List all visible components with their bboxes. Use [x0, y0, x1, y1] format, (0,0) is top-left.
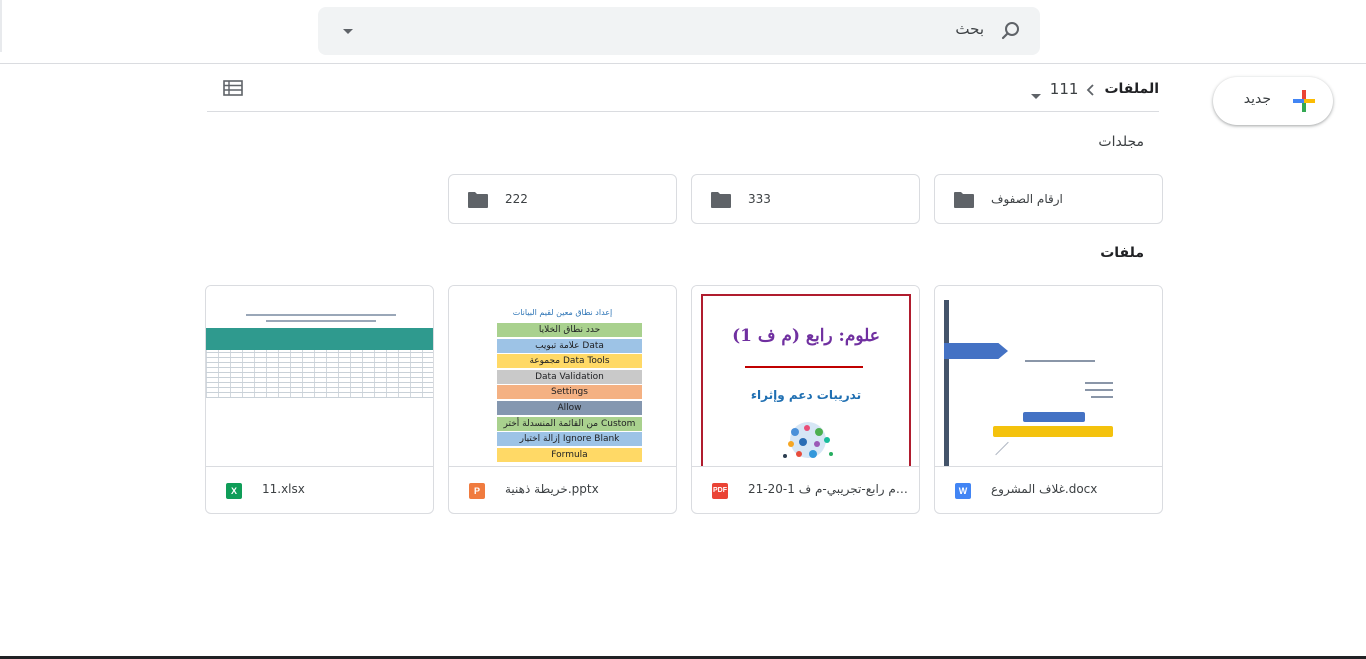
doc-text-line — [1091, 396, 1113, 398]
file-footer: P خريطة ذهنية.pptx — [449, 466, 676, 513]
pptx-preview-row: علامة تبويب Data — [497, 338, 642, 353]
pptx-preview-row: من القائمة المنسدلة أختر Custom — [497, 416, 642, 431]
pptx-preview-row: إزالة اختيار Ignore Blank — [497, 432, 642, 447]
files-heading: ملفات — [1100, 245, 1144, 261]
pdf-icon: PDF — [712, 483, 728, 499]
file-card-xlsx[interactable]: X 11.xlsx — [205, 285, 434, 514]
sheets-icon: X — [226, 483, 242, 499]
folder-card[interactable]: 333 — [691, 174, 920, 224]
file-footer: X 11.xlsx — [206, 466, 433, 513]
folder-icon — [467, 191, 489, 209]
folder-icon — [710, 191, 732, 209]
new-button[interactable]: جديد — [1213, 77, 1333, 125]
sheet-title-line — [246, 314, 396, 316]
file-thumbnail — [935, 286, 1162, 466]
folder-name: 333 — [748, 192, 771, 206]
file-card-pptx[interactable]: إعداد نطاق معين لقيم البيانات حدد نطاق ا… — [448, 285, 677, 514]
pptx-preview-row: Formula — [497, 447, 642, 462]
pdf-divider — [745, 366, 863, 368]
file-footer: W غلاف المشروع.docx — [935, 466, 1162, 513]
folder-card[interactable]: ارقام الصفوف — [934, 174, 1163, 224]
slides-icon: P — [469, 483, 485, 499]
pdf-preview-subtitle: تدريبات دعم وإثراء — [750, 388, 862, 402]
pdf-preview-title: علوم: رابع (م ف 1) — [732, 326, 880, 346]
pptx-preview-row: Settings — [497, 385, 642, 400]
file-card-docx[interactable]: W غلاف المشروع.docx — [934, 285, 1163, 514]
doc-text-line — [1085, 389, 1113, 391]
search-bar[interactable]: بحث — [318, 7, 1040, 55]
doc-side-bar — [944, 300, 949, 466]
breadcrumb: الملفات 111 — [1030, 78, 1159, 100]
file-name: علوم رابع-تجريبي-م ف 1-20-21... — [748, 482, 908, 496]
file-card-pdf[interactable]: علوم: رابع (م ف 1) تدريبات دعم وإثراء PD… — [691, 285, 920, 514]
search-input[interactable]: بحث — [955, 20, 984, 38]
docs-icon: W — [955, 483, 971, 499]
folder-card[interactable]: 222 — [448, 174, 677, 224]
new-button-label: جديد — [1243, 91, 1271, 107]
doc-text-line — [1025, 360, 1095, 362]
doc-diagonal-line — [995, 441, 1009, 456]
pptx-preview-row: حدد نطاق الخلايا — [497, 323, 642, 337]
arrow-drop-down-icon[interactable] — [1030, 85, 1042, 99]
file-name: غلاف المشروع.docx — [991, 482, 1098, 496]
pptx-preview-title: إعداد نطاق معين لقيم البيانات — [512, 308, 613, 317]
colored-plus-icon — [1291, 88, 1317, 114]
folder-icon — [953, 191, 975, 209]
breadcrumb-bar: الملفات 111 — [207, 66, 1159, 112]
sheet-title-line — [266, 320, 376, 322]
doc-blue-box — [1023, 412, 1085, 422]
file-name: خريطة ذهنية.pptx — [505, 482, 599, 496]
arrow-drop-down-icon[interactable] — [340, 23, 356, 39]
breadcrumb-root[interactable]: الملفات — [1104, 81, 1159, 97]
sheet-grid — [206, 350, 433, 398]
top-header: بحث — [0, 0, 1366, 64]
file-thumbnail — [206, 286, 433, 466]
header-edge — [0, 0, 2, 52]
file-thumbnail: إعداد نطاق معين لقيم البيانات حدد نطاق ا… — [449, 286, 676, 466]
doc-text-line — [1085, 382, 1113, 384]
sheet-header-row — [206, 328, 433, 350]
pdf-page-border: علوم: رابع (م ف 1) تدريبات دعم وإثراء — [701, 294, 911, 466]
file-footer: PDF علوم رابع-تجريبي-م ف 1-20-21... — [692, 466, 919, 513]
doc-yellow-box — [993, 426, 1113, 437]
file-name: 11.xlsx — [262, 482, 305, 496]
list-view-icon[interactable] — [223, 80, 243, 96]
folder-name: ارقام الصفوف — [991, 192, 1063, 206]
folders-heading: مجلدات — [1098, 134, 1144, 150]
file-thumbnail: علوم: رابع (م ف 1) تدريبات دعم وإثراء — [692, 286, 919, 466]
doc-arrow-shape — [944, 343, 1008, 359]
folder-name: 222 — [505, 192, 528, 206]
search-icon[interactable] — [1000, 20, 1022, 42]
pdf-word-cloud-graphic — [783, 422, 833, 458]
pptx-preview-row: مجموعة Data Tools — [497, 354, 642, 369]
breadcrumb-current[interactable]: 111 — [1050, 80, 1079, 98]
drive-page: بحث جديد الملفات 111 مجلدات ارقام الصفوف… — [0, 0, 1366, 659]
pptx-preview-row: Data Validation — [497, 369, 642, 384]
chevron-right-icon — [1086, 82, 1096, 96]
pptx-preview-row: Allow — [497, 401, 642, 415]
